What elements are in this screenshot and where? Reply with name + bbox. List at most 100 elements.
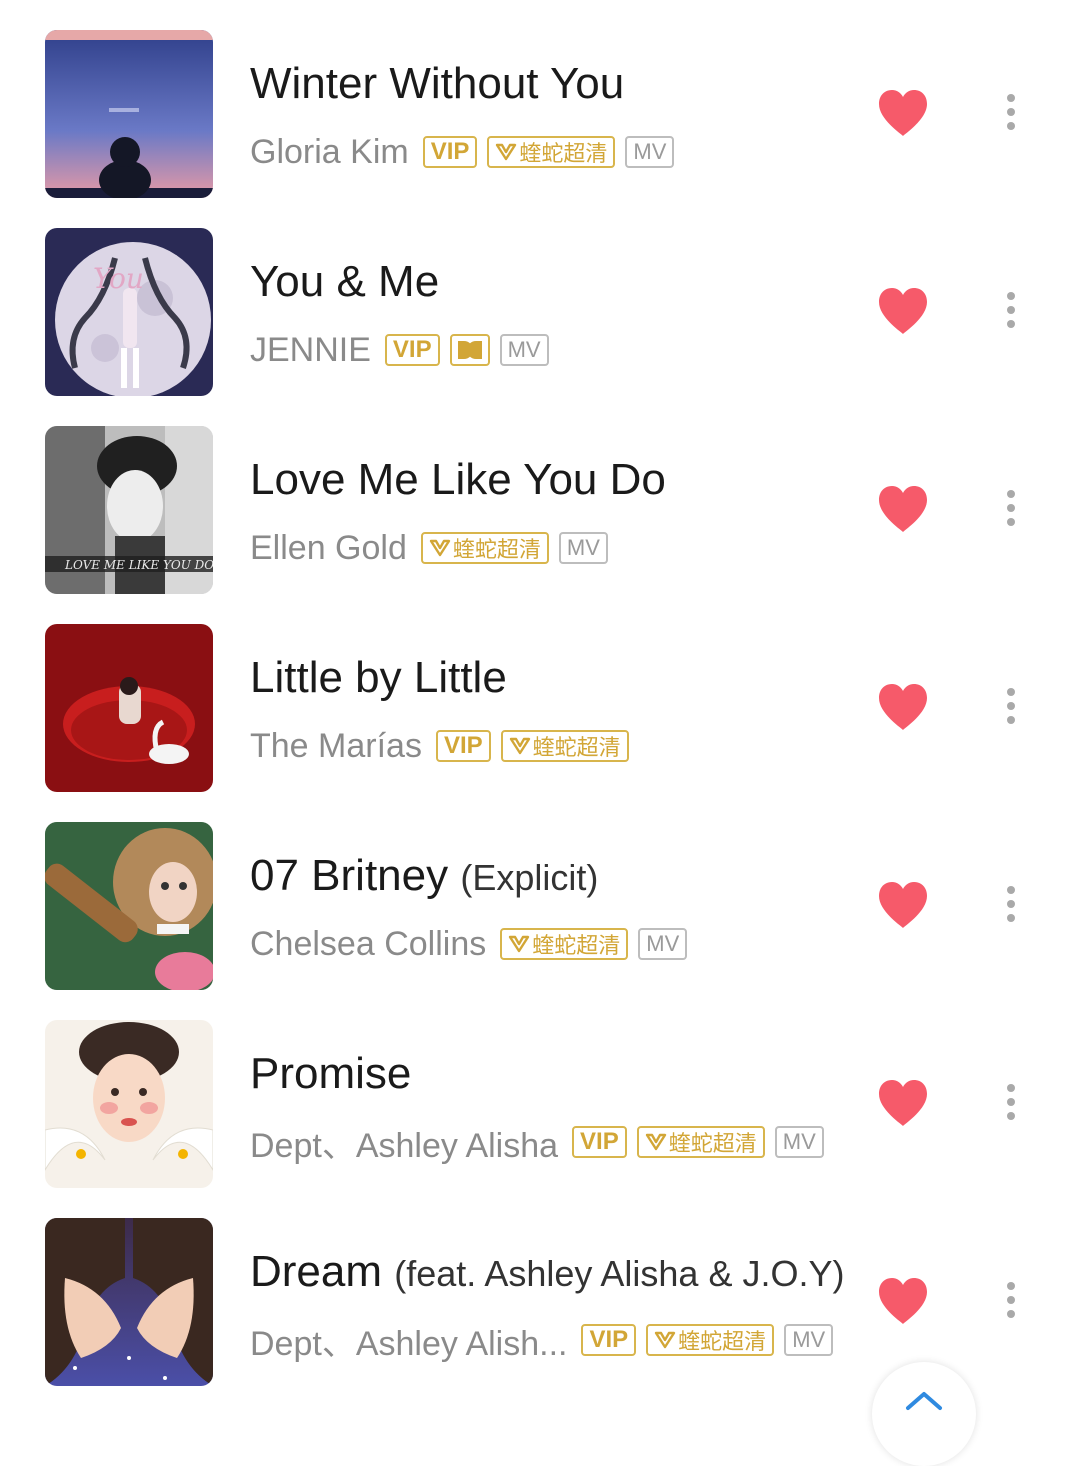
song-row[interactable]: Dream (feat. Ashley Alisha & J.O.Y) Dept、…: [0, 1218, 1080, 1386]
more-vertical-icon-dot: [1007, 292, 1015, 300]
viper-hd-label: 蝰蛇超清: [532, 736, 621, 761]
more-vertical-icon-dot: [1007, 1084, 1015, 1092]
favorite-button[interactable]: [876, 286, 930, 336]
more-vertical-icon-dot: [1007, 518, 1015, 526]
artist-name[interactable]: JENNIE: [250, 331, 371, 370]
more-vertical-icon-dot: [1007, 320, 1015, 328]
mv-badge[interactable]: MV: [774, 1126, 824, 1158]
song-title-text: Love Me Like You Do: [250, 455, 666, 504]
arrow-up-icon: [906, 1392, 942, 1410]
favorite-button[interactable]: [876, 880, 930, 930]
album-cover[interactable]: [45, 822, 213, 990]
vip-badge: VIP: [435, 730, 491, 762]
viper-hd-label: 蝰蛇超清: [452, 538, 541, 563]
mv-badge[interactable]: MV: [499, 334, 549, 366]
more-vertical-icon-dot: [1007, 490, 1015, 498]
more-options-button[interactable]: [996, 688, 1026, 738]
song-title-text: Little by Little: [250, 653, 507, 702]
album-cover[interactable]: You: [45, 228, 213, 396]
song-title: Promise: [250, 1048, 411, 1100]
svg-text:LOVE ME LIKE YOU DO: LOVE ME LIKE YOU DO: [64, 558, 213, 572]
more-vertical-icon-dot: [1007, 886, 1015, 894]
album-cover[interactable]: [45, 1218, 213, 1386]
viper-hd-badge: 蝰蛇超清: [487, 136, 616, 168]
song-meta: Dept、Ashley Alish... VIP 蝰蛇超清 MV: [250, 1316, 843, 1365]
viper-v-icon: [509, 737, 530, 755]
viper-hd-badge: 蝰蛇超清: [636, 1126, 765, 1158]
song-meta: Chelsea Collins 蝰蛇超清 MV: [250, 922, 697, 966]
viper-hd-label: 蝰蛇超清: [678, 1330, 767, 1355]
favorite-button[interactable]: [876, 1078, 930, 1128]
vip-badge: VIP: [422, 136, 478, 168]
artist-name[interactable]: Dept、Ashley Alish...: [250, 1316, 567, 1365]
mv-badge[interactable]: MV: [558, 532, 608, 564]
favorite-button[interactable]: [876, 1276, 930, 1326]
viper-hd-label: 蝰蛇超清: [519, 142, 608, 167]
song-title: Dream (feat. Ashley Alisha & J.O.Y): [250, 1246, 844, 1300]
song-title-text: 07 Britney: [250, 851, 449, 900]
viper-hd-badge: 蝰蛇超清: [646, 1324, 775, 1356]
more-vertical-icon-dot: [1007, 716, 1015, 724]
album-cover[interactable]: [45, 624, 213, 792]
more-vertical-icon-dot: [1007, 1282, 1015, 1290]
mv-badge[interactable]: MV: [638, 928, 688, 960]
song-row[interactable]: Winter Without You Gloria Kim VIP 蝰蛇超清 MV: [0, 30, 1080, 198]
more-vertical-icon-dot: [1007, 914, 1015, 922]
favorite-button[interactable]: [876, 682, 930, 732]
song-title: Little by Little: [250, 652, 507, 704]
svg-text:You: You: [93, 262, 144, 295]
mv-badge[interactable]: MV: [784, 1324, 834, 1356]
more-vertical-icon-dot: [1007, 1296, 1015, 1304]
album-cover[interactable]: [45, 30, 213, 198]
more-vertical-icon-dot: [1007, 1112, 1015, 1120]
artist-name[interactable]: Dept、Ashley Alisha: [250, 1118, 558, 1167]
favorite-button[interactable]: [876, 88, 930, 138]
song-row[interactable]: LOVE ME LIKE YOU DO Love Me Like You Do E…: [0, 426, 1080, 594]
song-row[interactable]: You You & Me JENNIE VIP MV: [0, 228, 1080, 396]
artist-name[interactable]: Ellen Gold: [250, 529, 407, 568]
viper-hd-label: 蝰蛇超清: [668, 1132, 757, 1157]
song-meta: Gloria Kim VIP 蝰蛇超清 MV: [250, 130, 684, 174]
song-title: 07 Britney (Explicit): [250, 850, 598, 904]
heart-icon: [879, 1080, 927, 1126]
viper-hd-badge: 蝰蛇超清: [420, 532, 549, 564]
artist-name[interactable]: Chelsea Collins: [250, 925, 486, 964]
dolby-badge: [449, 334, 490, 366]
song-title-suffix: (Explicit): [460, 857, 599, 898]
viper-hd-badge: 蝰蛇超清: [500, 730, 629, 762]
song-title-suffix: (feat. Ashley Alisha & J.O.Y): [394, 1253, 845, 1294]
album-cover[interactable]: [45, 1020, 213, 1188]
more-vertical-icon-dot: [1007, 702, 1015, 710]
artist-name[interactable]: Gloria Kim: [250, 133, 409, 172]
heart-icon: [879, 486, 927, 532]
album-cover[interactable]: LOVE ME LIKE YOU DO: [45, 426, 213, 594]
song-row[interactable]: Promise Dept、Ashley Alisha VIP 蝰蛇超清 MV: [0, 1020, 1080, 1188]
more-vertical-icon-dot: [1007, 688, 1015, 696]
song-title-text: Promise: [250, 1049, 412, 1098]
song-row[interactable]: Little by Little The Marías VIP 蝰蛇超清: [0, 624, 1080, 792]
favorite-button[interactable]: [876, 484, 930, 534]
viper-v-icon: [509, 935, 530, 953]
heart-icon: [879, 288, 927, 334]
more-vertical-icon-dot: [1007, 122, 1015, 130]
mv-badge[interactable]: MV: [625, 136, 675, 168]
song-meta: Ellen Gold 蝰蛇超清 MV: [250, 526, 618, 570]
song-row[interactable]: 07 Britney (Explicit) Chelsea Collins 蝰蛇超…: [0, 822, 1080, 990]
song-title: You & Me: [250, 256, 439, 308]
more-options-button[interactable]: [996, 490, 1026, 540]
more-options-button[interactable]: [996, 1084, 1026, 1134]
song-title: Winter Without You: [250, 58, 624, 110]
more-options-button[interactable]: [996, 292, 1026, 342]
song-title-text: Winter Without You: [250, 59, 625, 108]
more-options-button[interactable]: [996, 886, 1026, 936]
song-title: Love Me Like You Do: [250, 454, 666, 506]
more-vertical-icon-dot: [1007, 504, 1015, 512]
artist-name[interactable]: The Marías: [250, 727, 422, 766]
scroll-to-top-button[interactable]: [872, 1362, 976, 1466]
song-title-text: You & Me: [250, 257, 440, 306]
more-vertical-icon-dot: [1007, 94, 1015, 102]
vip-badge: VIP: [572, 1126, 627, 1158]
more-options-button[interactable]: [996, 1282, 1026, 1332]
more-options-button[interactable]: [996, 94, 1026, 144]
viper-hd-label: 蝰蛇超清: [532, 934, 621, 959]
